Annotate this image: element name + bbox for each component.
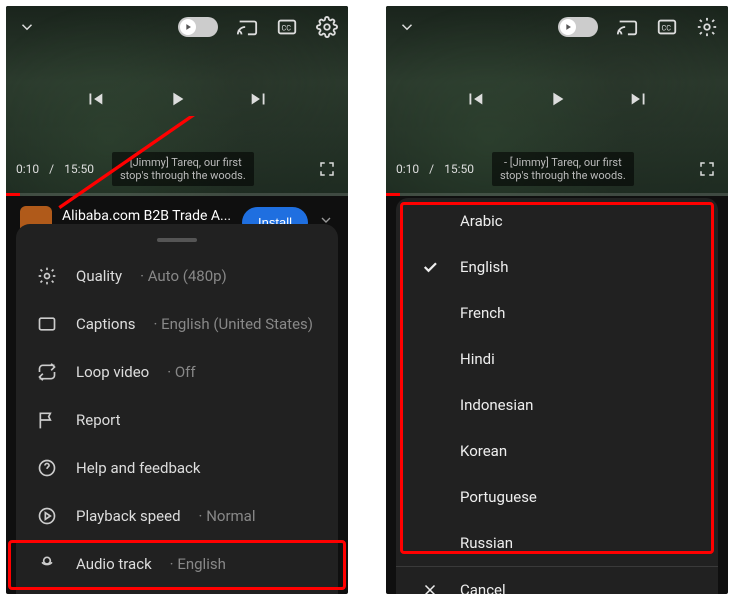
time-current: 0:10 — [396, 162, 419, 176]
svg-text:CC: CC — [282, 24, 292, 33]
chevron-down-icon[interactable] — [16, 16, 38, 38]
cancel-label: Cancel — [460, 581, 506, 594]
autoplay-toggle[interactable] — [558, 17, 598, 37]
chevron-down-icon[interactable] — [396, 16, 418, 38]
phone-left: CC 0:10 / 15:50 - [Jimmy] Tareq, our fir… — [6, 6, 348, 594]
play-icon[interactable] — [546, 88, 568, 110]
playback-controls — [386, 88, 728, 110]
language-option[interactable]: Indonesian — [396, 382, 718, 428]
prev-icon[interactable] — [84, 88, 106, 110]
language-label: Indonesian — [460, 396, 533, 414]
phone-right: CC 0:10 / 15:50 - [Jimmy] Tareq, our fir… — [386, 6, 728, 594]
fullscreen-icon[interactable] — [696, 158, 718, 180]
language-option[interactable]: Russian — [396, 520, 718, 566]
cc-icon[interactable]: CC — [656, 16, 678, 38]
cast-icon[interactable] — [616, 16, 638, 38]
help-icon — [36, 458, 58, 478]
progress-bar[interactable] — [386, 193, 728, 196]
gear-icon[interactable] — [696, 16, 718, 38]
language-option[interactable]: Korean — [396, 428, 718, 474]
play-icon[interactable] — [166, 88, 188, 110]
settings-loop[interactable]: Loop video · Off — [16, 348, 338, 396]
time-total: 15:50 — [64, 162, 94, 176]
close-icon — [420, 581, 440, 594]
settings-help[interactable]: Help and feedback — [16, 444, 338, 492]
loop-icon — [36, 362, 58, 382]
sheet-handle[interactable] — [157, 238, 197, 242]
language-label: English — [460, 258, 509, 276]
time-sep: / — [49, 162, 54, 176]
gear-icon[interactable] — [316, 16, 338, 38]
time-current: 0:10 — [16, 162, 39, 176]
language-option[interactable]: Portuguese — [396, 474, 718, 520]
video-player[interactable]: CC 0:10 / 15:50 - [Jimmy] Tareq, our fir… — [6, 6, 348, 196]
language-label: Portuguese — [460, 488, 537, 506]
fullscreen-icon[interactable] — [316, 158, 338, 180]
prev-icon[interactable] — [464, 88, 486, 110]
ad-title: Alibaba.com B2B Trade A... — [62, 208, 232, 224]
language-option[interactable]: French — [396, 290, 718, 336]
cc-icon — [36, 314, 58, 334]
playback-controls — [6, 88, 348, 110]
audio-icon — [36, 554, 58, 574]
settings-audio-track[interactable]: Audio track · English — [16, 540, 338, 588]
settings-quality[interactable]: Quality · Auto (480p) — [16, 252, 338, 300]
language-option[interactable]: English — [396, 244, 718, 290]
play-icon — [180, 19, 196, 35]
progress-bar[interactable] — [6, 193, 348, 196]
cast-icon[interactable] — [236, 16, 258, 38]
settings-report[interactable]: Report — [16, 396, 338, 444]
caption-overlay: - [Jimmy] Tareq, our first stop's throug… — [492, 152, 634, 186]
settings-speed[interactable]: Playback speed · Normal — [16, 492, 338, 540]
time-bar: 0:10 / 15:50 - [Jimmy] Tareq, our first … — [16, 152, 338, 186]
caption-overlay: - [Jimmy] Tareq, our first stop's throug… — [112, 152, 254, 186]
language-label: Korean — [460, 442, 507, 460]
cancel-button[interactable]: Cancel — [396, 566, 718, 594]
settings-sheet: Quality · Auto (480p) Captions · English… — [16, 224, 338, 594]
language-option[interactable]: Hindi — [396, 336, 718, 382]
video-player[interactable]: CC 0:10 / 15:50 - [Jimmy] Tareq, our fir… — [386, 6, 728, 196]
autoplay-toggle[interactable] — [178, 17, 218, 37]
player-topbar: CC — [396, 16, 718, 38]
svg-text:CC: CC — [662, 24, 672, 33]
time-bar: 0:10 / 15:50 - [Jimmy] Tareq, our first … — [396, 152, 718, 186]
settings-captions[interactable]: Captions · English (United States) — [16, 300, 338, 348]
language-label: French — [460, 304, 505, 322]
time-total: 15:50 — [444, 162, 474, 176]
flag-icon — [36, 410, 58, 430]
speed-icon — [36, 506, 58, 526]
cc-icon[interactable]: CC — [276, 16, 298, 38]
play-icon — [560, 19, 576, 35]
gear-icon — [36, 266, 58, 286]
language-label: Hindi — [460, 350, 495, 368]
language-label: Arabic — [460, 212, 503, 230]
language-panel: Arabic English French Hindi Indonesian Korean… — [396, 198, 718, 594]
language-option[interactable]: Arabic — [396, 198, 718, 244]
next-icon[interactable] — [248, 88, 270, 110]
player-topbar: CC — [16, 16, 338, 38]
check-icon — [420, 258, 440, 276]
language-label: Russian — [460, 534, 513, 552]
next-icon[interactable] — [628, 88, 650, 110]
